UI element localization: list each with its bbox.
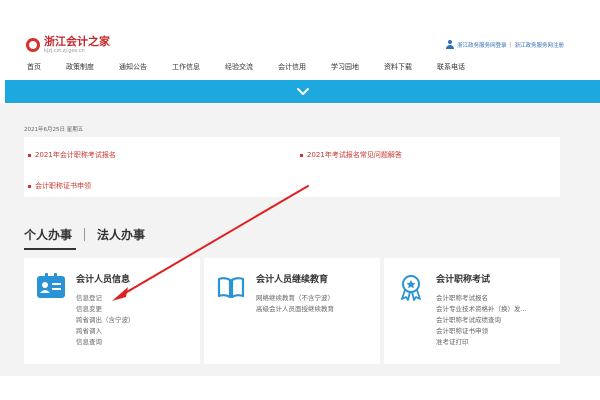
page: 浙江会计之家 kjzj.czt.zj.gov.cn 浙江政务服务网登录 | 浙江… <box>0 0 600 400</box>
nav-item-policy[interactable]: 政策制度 <box>66 62 94 72</box>
award-badge-icon <box>401 275 421 301</box>
link-exam-registration[interactable]: 会计职称考试报名 <box>436 293 527 304</box>
card-title: 会计人员继续教育 <box>256 275 329 285</box>
link-admission-ticket[interactable]: 准考证打印 <box>436 337 527 348</box>
open-book-icon <box>217 277 245 299</box>
expand-bar[interactable] <box>5 80 600 103</box>
card-continuing-education: 会计人员继续教育 网络继续教育（不含宁波） 高级会计人员面授继续教育 <box>204 258 380 364</box>
logo-icon <box>26 38 40 52</box>
register-link[interactable]: 浙江政务服务网注册 <box>514 41 564 49</box>
bullet-icon <box>300 153 303 157</box>
nav-item-learning[interactable]: 学习园地 <box>331 62 359 72</box>
nav-item-notices[interactable]: 通知公告 <box>119 62 147 72</box>
link-senior-training[interactable]: 高级会计人员面授继续教育 <box>256 304 334 315</box>
card-title: 会计人员信息 <box>76 275 131 285</box>
chevron-down-icon[interactable] <box>296 85 310 99</box>
notice-panel: 2021年会计职称考试报名 会计职称证书申领 2021年考试报名常见问题解答 <box>24 137 560 197</box>
logo-text: 浙江会计之家 kjzj.czt.zj.gov.cn <box>44 35 110 55</box>
id-card-icon <box>37 273 65 298</box>
user-links: 浙江政务服务网登录 | 浙江政务服务网注册 <box>446 40 564 49</box>
link-score-query[interactable]: 会计职称考试成绩查询 <box>436 315 527 326</box>
card-title-exam: 会计职称考试 会计职称考试报名 会计专业技术资格补（换）发... 会计职称考试成… <box>384 258 560 364</box>
nav-item-credit[interactable]: 会计信用 <box>278 62 306 72</box>
nav-item-work-info[interactable]: 工作信息 <box>172 62 200 72</box>
link-transfer-out[interactable]: 跨省调出（含宁波） <box>76 315 135 326</box>
current-date: 2021年6月25日 星期五 <box>24 127 84 133</box>
notice-item-exam-registration[interactable]: 2021年会计职称考试报名 <box>28 150 116 160</box>
link-info-change[interactable]: 信息变更 <box>76 304 135 315</box>
link-info-register[interactable]: 信息登记 <box>76 293 135 304</box>
nav-item-contact[interactable]: 联系电话 <box>437 62 465 72</box>
link-online-education[interactable]: 网络继续教育（不含宁波） <box>256 293 334 304</box>
link-info-query[interactable]: 信息查询 <box>76 337 135 348</box>
user-icon <box>446 40 455 49</box>
nav-item-home[interactable]: 首页 <box>27 62 41 72</box>
link-certificate-apply[interactable]: 会计职称证书申领 <box>436 326 527 337</box>
notice-label: 会计职称证书申领 <box>35 182 91 190</box>
card-links: 会计职称考试报名 会计专业技术资格补（换）发... 会计职称考试成绩查询 会计职… <box>436 293 527 348</box>
main-nav: 首页 政策制度 通知公告 工作信息 经验交流 会计信用 学习园地 资料下载 联系… <box>27 62 465 72</box>
notice-item-faq[interactable]: 2021年考试报名常见问题解答 <box>300 150 402 160</box>
nav-item-experience[interactable]: 经验交流 <box>225 62 253 72</box>
logo-subtitle: kjzj.czt.zj.gov.cn <box>44 48 85 54</box>
tab-divider <box>84 228 86 241</box>
tab-legal[interactable]: 法人办事 <box>97 226 145 243</box>
bullet-icon <box>28 153 31 157</box>
service-tabs: 个人办事 法人办事 <box>24 226 145 250</box>
logo-title: 浙江会计之家 <box>44 35 110 48</box>
tab-personal[interactable]: 个人办事 <box>24 226 77 250</box>
notice-item-certificate[interactable]: 会计职称证书申领 <box>28 181 91 191</box>
link-separator: | <box>509 41 512 48</box>
site-logo[interactable]: 浙江会计之家 kjzj.czt.zj.gov.cn <box>26 36 110 54</box>
nav-item-downloads[interactable]: 资料下载 <box>384 62 412 72</box>
card-title: 会计职称考试 <box>436 275 491 285</box>
card-links: 信息登记 信息变更 跨省调出（含宁波） 跨省调入 信息查询 <box>76 293 135 348</box>
bullet-icon <box>28 184 31 188</box>
notice-label: 2021年会计职称考试报名 <box>35 151 116 159</box>
login-link[interactable]: 浙江政务服务网登录 <box>457 41 507 49</box>
link-qualification-reissue[interactable]: 会计专业技术资格补（换）发... <box>436 304 527 315</box>
link-transfer-in[interactable]: 跨省调入 <box>76 326 135 337</box>
card-accountant-info: 会计人员信息 信息登记 信息变更 跨省调出（含宁波） 跨省调入 信息查询 <box>24 258 200 364</box>
notice-label: 2021年考试报名常见问题解答 <box>307 151 402 159</box>
card-links: 网络继续教育（不含宁波） 高级会计人员面授继续教育 <box>256 293 334 315</box>
